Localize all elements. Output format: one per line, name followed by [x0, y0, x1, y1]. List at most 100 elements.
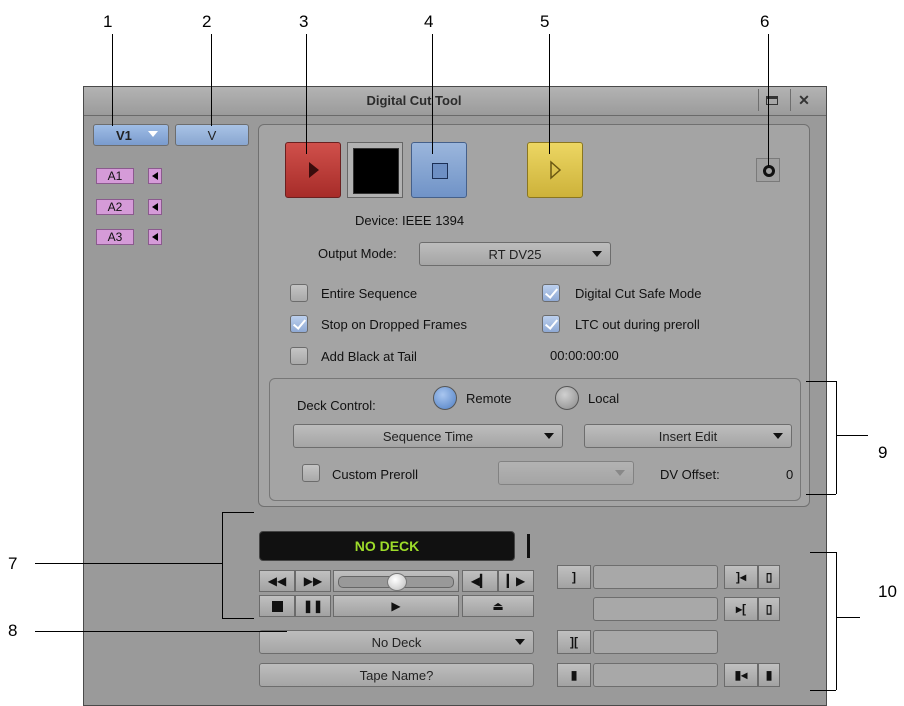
- time-mode-dropdown[interactable]: Sequence Time: [293, 424, 563, 448]
- audio-track-a2-label: A2: [107, 200, 123, 214]
- leader-line-10: [836, 617, 860, 618]
- device-label: Device: IEEE 1394: [355, 213, 465, 228]
- chevron-down-icon: [544, 433, 554, 439]
- speaker-icon[interactable]: [148, 168, 162, 184]
- leader-line-9: [836, 435, 868, 436]
- bracket-7-top: [222, 512, 254, 513]
- clear-in-icon: ▯: [765, 570, 773, 584]
- remote-radio[interactable]: [433, 386, 457, 410]
- mark-out-field[interactable]: [593, 597, 718, 621]
- clear-position-button[interactable]: ▮: [758, 663, 780, 687]
- video-track-selector[interactable]: V1: [93, 124, 169, 146]
- deck-stop-button[interactable]: [259, 595, 295, 617]
- video-track-button[interactable]: V: [175, 124, 249, 146]
- custom-preroll-checkbox[interactable]: [302, 464, 320, 482]
- play-outline-icon: [550, 160, 562, 180]
- duration-icon: ][: [570, 635, 578, 649]
- fast-forward-icon: ▶▶: [303, 574, 323, 588]
- step-back-button[interactable]: ◀▎: [462, 570, 498, 592]
- safe-mode-checkbox[interactable]: [542, 284, 560, 302]
- go-to-in-icon: ]◂: [735, 570, 747, 584]
- duration-button[interactable]: ][: [557, 630, 591, 654]
- mark-in-button[interactable]: ]: [557, 565, 591, 589]
- audio-track-a1[interactable]: A1: [96, 168, 134, 184]
- shuttle-bar[interactable]: [333, 570, 459, 592]
- black-frame: [353, 148, 399, 194]
- position-icon: ▮: [570, 668, 578, 682]
- stop-icon: [271, 600, 283, 612]
- maximize-button[interactable]: [758, 89, 785, 111]
- level-indicator: [527, 534, 530, 558]
- deck-control-panel: Deck Control: Remote Local Sequence Time…: [269, 378, 801, 501]
- current-position-field[interactable]: [593, 663, 718, 687]
- speaker-icon[interactable]: [148, 199, 162, 215]
- audio-track-a3[interactable]: A3: [96, 229, 134, 245]
- clear-in-button[interactable]: ▯: [758, 565, 780, 589]
- step-forward-button[interactable]: ▎▶: [498, 570, 534, 592]
- callout-9: 9: [878, 443, 888, 462]
- close-button[interactable]: ✕: [790, 89, 817, 111]
- ltc-out-checkbox[interactable]: [542, 315, 560, 333]
- mark-in-field[interactable]: [593, 565, 718, 589]
- play-icon: ▶: [391, 599, 401, 613]
- edit-mode-dropdown[interactable]: Insert Edit: [584, 424, 792, 448]
- callout-10: 10: [878, 582, 897, 601]
- stop-dropped-frames-label: Stop on Dropped Frames: [321, 317, 467, 332]
- leader-line-6: [768, 34, 769, 166]
- audio-track-a2[interactable]: A2: [96, 199, 134, 215]
- add-black-checkbox[interactable]: [290, 347, 308, 365]
- leader-line-5: [549, 34, 550, 154]
- stop-button[interactable]: [411, 142, 467, 198]
- duration-field[interactable]: [593, 630, 718, 654]
- speaker-icon[interactable]: [148, 229, 162, 245]
- entire-sequence-label: Entire Sequence: [321, 286, 418, 301]
- shuttle-knob[interactable]: [387, 573, 407, 591]
- preview-digital-cut-button[interactable]: [527, 142, 583, 198]
- edit-mode-value: Insert Edit: [658, 428, 718, 444]
- bracket-10-bottom: [810, 690, 836, 691]
- go-to-start-icon: ▮◂: [734, 668, 748, 682]
- title-bar[interactable]: Digital Cut Tool ✕: [84, 87, 826, 116]
- leader-line-1: [112, 34, 113, 126]
- eject-icon: ⏏: [492, 599, 504, 613]
- leader-line-8: [35, 631, 287, 632]
- rewind-button[interactable]: ◀◀: [259, 570, 295, 592]
- current-position-button[interactable]: ▮: [557, 663, 591, 687]
- video-track-label: V: [207, 127, 217, 143]
- leader-line-4: [432, 34, 433, 154]
- clear-out-button[interactable]: ▯: [758, 597, 780, 621]
- chevron-down-icon: [148, 131, 158, 137]
- deck-select-dropdown[interactable]: No Deck: [259, 630, 534, 654]
- chevron-down-icon: [515, 639, 525, 645]
- deck-status-text: NO DECK: [354, 538, 420, 554]
- bracket-10-top: [810, 552, 836, 553]
- go-to-out-icon: ▸[: [735, 602, 747, 616]
- leader-line-3: [306, 34, 307, 154]
- callout-3: 3: [299, 12, 309, 31]
- ltc-out-label: LTC out during preroll: [575, 317, 700, 332]
- eject-button[interactable]: ⏏: [462, 595, 534, 617]
- bracket-9: [836, 381, 837, 494]
- go-to-in-button[interactable]: ]◂: [724, 565, 758, 589]
- preroll-dropdown: [498, 461, 634, 485]
- callout-1: 1: [103, 12, 113, 31]
- settings-panel: Device: IEEE 1394 Output Mode: RT DV25 E…: [258, 124, 810, 507]
- tape-name-label: Tape Name?: [359, 667, 434, 683]
- remote-label: Remote: [466, 391, 512, 406]
- play-button[interactable]: ▶: [333, 595, 459, 617]
- tape-name-button[interactable]: Tape Name?: [259, 663, 534, 687]
- local-radio[interactable]: [555, 386, 579, 410]
- stop-dropped-frames-checkbox[interactable]: [290, 315, 308, 333]
- fast-forward-button[interactable]: ▶▶: [295, 570, 331, 592]
- record-button[interactable]: [285, 142, 341, 198]
- go-to-start-button[interactable]: ▮◂: [724, 663, 758, 687]
- output-mode-dropdown[interactable]: RT DV25: [419, 242, 611, 266]
- local-label: Local: [588, 391, 620, 406]
- pause-button[interactable]: ❚❚: [295, 595, 331, 617]
- step-forward-icon: ▎▶: [506, 574, 526, 588]
- entire-sequence-checkbox[interactable]: [290, 284, 308, 302]
- bracket-7: [222, 512, 223, 618]
- go-to-out-button[interactable]: ▸[: [724, 597, 758, 621]
- window-title: Digital Cut Tool: [366, 93, 462, 108]
- stop-icon: [432, 163, 448, 179]
